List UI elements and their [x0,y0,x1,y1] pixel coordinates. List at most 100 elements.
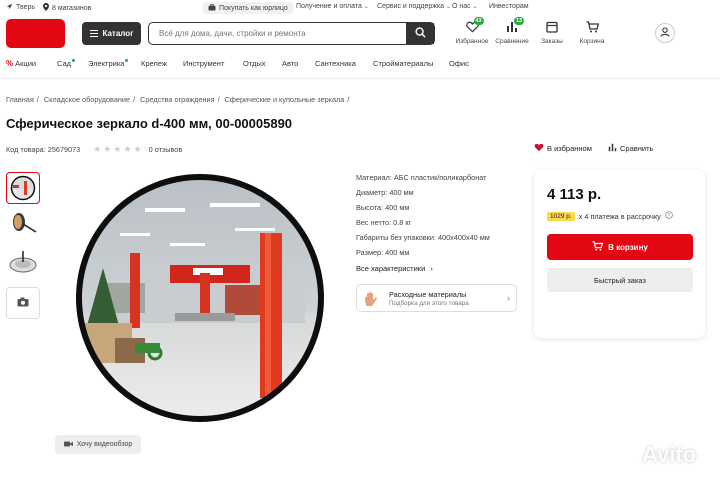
video-review-button[interactable]: Хочу видеообзор [55,435,141,454]
add-photo-button[interactable] [6,287,40,319]
user-icon [660,27,670,39]
bar-chart-icon [608,143,617,154]
spec-diameter: Диаметр: 400 мм [356,188,414,197]
site-logo[interactable] [6,19,65,48]
city-selector[interactable]: Тверь [6,3,35,12]
category-garden[interactable]: Сад [57,59,76,68]
legal-entity-button[interactable]: Покупать как юрлицо [203,2,293,14]
watermark-text: Avito [642,442,697,467]
heart-filled-icon [534,143,544,154]
orders-header-button[interactable]: Заказы [530,21,574,45]
stores-link[interactable]: 8 магазинов [43,3,91,13]
compare-label: Сравнить [620,144,654,153]
breadcrumb-mirrors[interactable]: Сферические и купольные зеркала [225,95,345,104]
category-office[interactable]: Офис [449,59,469,68]
thumbnail-2[interactable] [6,208,40,240]
avito-logo-icon [612,441,638,469]
breadcrumb: Главная / Складское оборудование / Средств… [6,95,350,104]
add-to-cart-button[interactable]: В корзину [547,234,693,260]
category-leisure-label: Отдых [243,59,266,68]
chevron-down-icon: ⌄ [446,4,452,10]
installment-info[interactable]: 1029 р. х 4 платежа в рассрочку ? [547,211,673,221]
search-icon [414,27,426,40]
breadcrumb-warehouse[interactable]: Складское оборудование [44,95,130,104]
category-fasteners-label: Крепеж [141,59,167,68]
product-meta: Код товара: 25679073 ★★★★★ 0 отзывов [6,144,182,155]
category-tools[interactable]: Инструмент [183,59,224,68]
category-leisure[interactable]: Отдых [243,59,266,68]
percent-icon: % [6,59,14,68]
rating-stars[interactable]: ★★★★★ [93,144,143,155]
cart-label: Корзина [579,38,605,45]
category-fasteners[interactable]: Крепеж [141,59,167,68]
topnav-service[interactable]: Сервис и поддержка ⌄ [377,3,451,10]
profile-button[interactable] [655,23,675,43]
topnav-service-label: Сервис и поддержка [377,3,445,10]
category-office-label: Офис [449,59,469,68]
mirror-side-thumbnail-image [13,213,37,233]
catalog-button[interactable]: Каталог [82,22,141,45]
category-sale-label: Акции [15,59,37,68]
stores-label: 8 магазинов [52,4,92,12]
topnav-investors[interactable]: Инвесторам [489,3,529,10]
breadcrumb-home[interactable]: Главная [6,95,34,104]
favorite-toggle[interactable]: В избранном [534,143,592,154]
spec-material: Материал: АБС пластик/поликарбонат [356,173,487,182]
add-to-cart-label: В корзину [608,242,648,252]
favorites-header-button[interactable]: 43 Избранное [450,17,494,45]
breadcrumb-barriers[interactable]: Средства ограждения [140,95,214,104]
product-price: 4 113 р. [547,186,602,203]
thumbnail-1[interactable] [6,172,40,204]
category-sale[interactable]: % Акции [6,59,36,68]
compare-header-button[interactable]: 13 Сравнение [490,17,534,45]
search-button[interactable] [406,23,434,44]
consumables-card[interactable]: Расходные материалы Подборка для этого т… [356,284,517,312]
topnav-about[interactable]: О нас ⌄ [452,3,478,10]
category-plumbing[interactable]: Сантехника [315,59,356,68]
reviews-link[interactable]: 0 отзывов [149,145,183,154]
search-input[interactable] [149,23,406,44]
menu-icon [89,30,98,37]
header-divider [0,78,720,79]
topnav-investors-label: Инвесторам [489,3,529,10]
compare-toggle[interactable]: Сравнить [608,143,653,154]
product-main-image[interactable] [75,173,325,423]
compare-badge: 13 [514,17,525,25]
category-nav: % Акции Сад Электрика Крепеж Инструмент … [0,57,720,71]
video-review-label: Хочу видеообзор [76,441,133,448]
category-auto[interactable]: Авто [282,59,298,68]
new-indicator-dot [125,59,129,62]
mirror-thumbnail-image [10,175,36,201]
category-tools-label: Инструмент [183,59,225,68]
box-icon [546,21,558,35]
quick-order-button[interactable]: Быстрый заказ [547,268,693,292]
thumbnail-3[interactable] [6,246,40,278]
video-camera-icon [63,441,73,449]
orders-label: Заказы [541,38,563,45]
consumables-subtitle: Подборка для этого товара [389,300,469,307]
cart-header-button[interactable]: Корзина [570,21,614,45]
info-icon[interactable]: ? [664,211,673,221]
gloves-icon [362,290,380,308]
reviews-label: отзывов [154,145,183,154]
favorite-label: В избранном [547,144,592,153]
consumables-title: Расходные материалы [389,290,467,299]
spec-list: Материал: АБС пластик/поликарбонат Диаме… [356,173,490,263]
spec-weight: Вес нетто: 0.8 кг [356,218,412,227]
location-arrow-icon [6,3,13,12]
city-label: Тверь [16,4,36,11]
topnav-delivery[interactable]: Получение и оплата ⌄ [296,3,369,10]
briefcase-icon [208,3,216,13]
avito-watermark: Avito [612,441,696,469]
category-building[interactable]: Стройматериалы [373,59,433,68]
new-indicator-dot [72,59,76,62]
camera-icon [17,297,29,309]
installment-amount: 1029 р. [547,211,575,221]
catalog-label: Каталог [102,29,134,38]
installment-text: х 4 платежа в рассрочку [578,211,661,221]
category-auto-label: Авто [282,59,299,68]
favorites-badge: 43 [473,17,484,25]
category-electric[interactable]: Электрика [88,59,129,68]
page-title: Сферическое зеркало d-400 мм, 00-0000589… [6,116,293,131]
all-specs-link[interactable]: Все характеристики › [356,264,433,273]
